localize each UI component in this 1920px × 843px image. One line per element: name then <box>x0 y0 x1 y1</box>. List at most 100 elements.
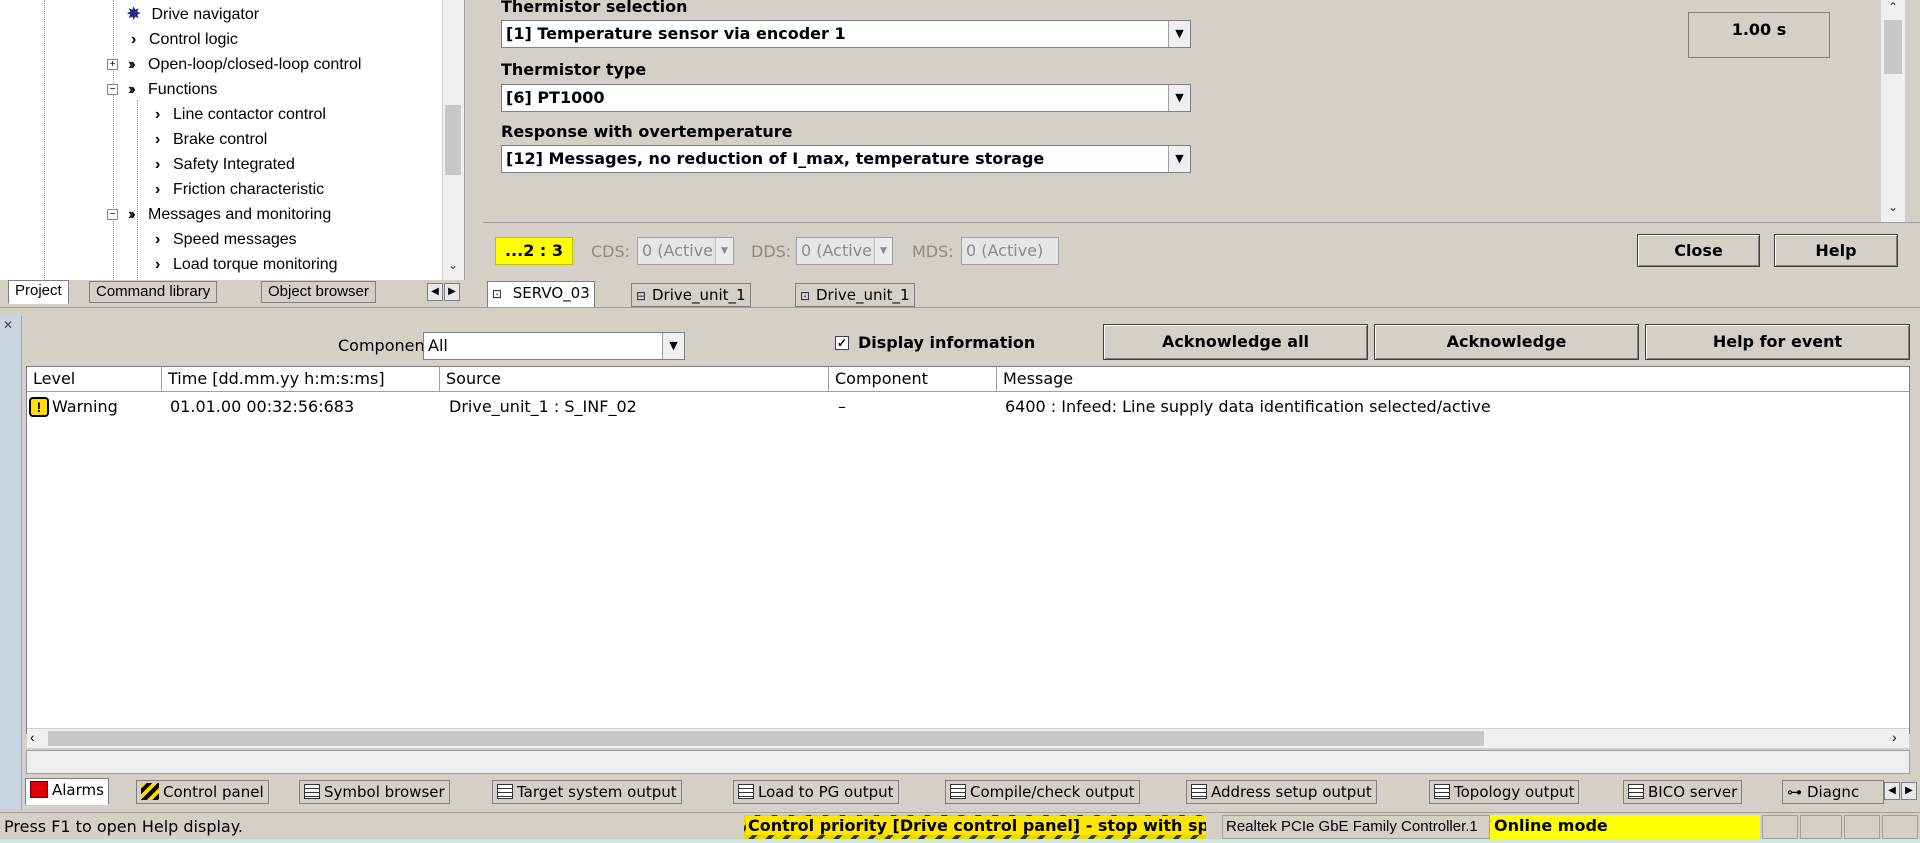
dropdown-arrow-icon[interactable]: ▼ <box>662 333 684 359</box>
control-panel-icon <box>141 783 159 800</box>
tree-item-label: Line contactor control <box>173 106 326 123</box>
tree-item-brake-control[interactable]: › Brake control <box>155 128 267 152</box>
tab-diagnostics[interactable]: ⊶ Diagnc <box>1782 780 1884 804</box>
tree-item-line-contactor-control[interactable]: › Line contactor control <box>155 103 326 127</box>
alarm-message[interactable]: 6400 : Infeed: Line supply data identifi… <box>1005 395 1491 419</box>
diagnostics-icon: ⊶ <box>1787 783 1802 801</box>
alarm-source[interactable]: Drive_unit_1 : S_INF_02 <box>449 395 637 419</box>
tab-label: Topology output <box>1454 783 1575 801</box>
dropdown-arrow-icon[interactable]: ▼ <box>1168 21 1190 47</box>
close-button[interactable]: Close <box>1637 234 1760 267</box>
tab-symbol-browser[interactable]: Symbol browser <box>299 780 450 804</box>
column-header-source[interactable]: Source <box>440 367 829 392</box>
expand-icon[interactable]: + <box>107 59 118 70</box>
scroll-left-icon[interactable]: ‹ <box>30 729 35 745</box>
dropdown-arrow-icon[interactable]: ▼ <box>1168 146 1190 172</box>
dropdown-arrow-icon: ▼ <box>715 238 733 264</box>
editor-tab-servo-03[interactable]: ⊡ SERVO_03 <box>487 281 595 308</box>
response-overtemperature-label: Response with overtemperature <box>501 122 793 141</box>
scroll-down-icon[interactable]: ⌄ <box>1884 200 1902 214</box>
dropdown-arrow-icon[interactable]: ▼ <box>1168 85 1190 111</box>
help-button[interactable]: Help <box>1774 234 1898 267</box>
tree-scrollbar-thumb[interactable] <box>445 105 461 175</box>
scroll-down-icon[interactable]: ⌄ <box>445 258 461 276</box>
tab-label: Drive_unit_1 <box>652 286 746 304</box>
select-value: All <box>428 336 448 355</box>
help-for-event-button[interactable]: Help for event <box>1645 324 1910 360</box>
alarm-scrollbar-thumb[interactable] <box>48 731 1484 746</box>
tab-scroll-left-icon[interactable]: ◀ <box>427 283 443 301</box>
tab-label: Load to PG output <box>758 783 894 801</box>
tree-item-functions[interactable]: ›› Functions <box>128 78 217 102</box>
tree-item-load-torque-monitoring[interactable]: › Load torque monitoring <box>155 253 338 277</box>
tab-project[interactable]: Project <box>8 280 69 304</box>
alarm-bell-icon <box>30 781 48 798</box>
editor-tab-drive-unit-1[interactable]: ⊡ Drive_unit_1 <box>795 283 915 307</box>
tree-item-control-logic[interactable]: › Control logic <box>131 28 238 52</box>
dialog-scrollbar-thumb[interactable] <box>1884 20 1902 74</box>
tab-label: Drive_unit_1 <box>816 286 910 304</box>
left-panel-tabs <box>0 280 465 306</box>
tree-item-friction-characteristic[interactable]: › Friction characteristic <box>155 178 324 202</box>
tree-item-open-loop-closed-loop-control[interactable]: ›› Open-loop/closed-loop control <box>128 53 361 77</box>
close-icon[interactable]: ✕ <box>3 318 13 332</box>
alarm-level[interactable]: Warning <box>52 395 118 419</box>
tree-item-drive-navigator[interactable]: ✵ Drive navigator <box>127 3 259 27</box>
tab-label: Symbol browser <box>324 783 445 801</box>
tree-item-safety-integrated[interactable]: › Safety Integrated <box>155 153 295 177</box>
editor-tab-drive-unit-1[interactable]: ⊟ Drive_unit_1 <box>631 283 751 307</box>
tree-item-label: Drive navigator <box>151 6 260 23</box>
dropdown-arrow-icon: ▼ <box>874 238 892 264</box>
column-header-level[interactable]: Level <box>27 367 162 392</box>
tab-object-browser[interactable]: Object browser <box>261 281 376 303</box>
tab-compile-check-output[interactable]: Compile/check output <box>945 780 1140 804</box>
tree-item-label: Brake control <box>173 131 268 148</box>
tab-bico-server[interactable]: BICO server <box>1623 780 1743 804</box>
control-priority-text: Control priority [Drive control panel] -… <box>746 816 1206 835</box>
dds-select: 0 (Active ▼ <box>796 237 893 265</box>
tab-command-library[interactable]: Command library <box>89 281 218 303</box>
display-information-checkbox[interactable]: ✓ <box>835 336 849 350</box>
column-header-message[interactable]: Message <box>997 367 1909 392</box>
splitter-bar[interactable] <box>0 307 1920 316</box>
select-value: [1] Temperature sensor via encoder 1 <box>506 24 846 43</box>
alarm-component[interactable]: – <box>838 395 846 419</box>
tab-control-panel[interactable]: Control panel <box>136 780 269 804</box>
response-overtemperature-select[interactable]: [12] Messages, no reduction of I_max, te… <box>501 145 1191 173</box>
alarm-footer-area <box>26 750 1910 774</box>
tree-item-label: Open-loop/closed-loop control <box>148 56 362 73</box>
component-filter-label: Componen <box>338 336 425 355</box>
tab-target-system-output[interactable]: Target system output <box>492 780 682 804</box>
scroll-right-icon[interactable]: › <box>1892 729 1897 745</box>
double-chevron-icon: ›› <box>128 81 136 98</box>
acknowledge-all-button[interactable]: Acknowledge all <box>1103 324 1368 360</box>
double-chevron-icon: ›› <box>128 56 136 73</box>
select-value: [6] PT1000 <box>506 88 605 107</box>
output-list-icon <box>1628 784 1644 799</box>
alarm-time[interactable]: 01.01.00 00:32:56:683 <box>170 395 354 419</box>
collapse-icon[interactable]: − <box>107 209 118 220</box>
taskbar-edge <box>0 839 1920 843</box>
output-list-icon <box>1191 784 1207 799</box>
component-filter-select[interactable]: All ▼ <box>423 332 685 360</box>
scroll-up-icon[interactable]: ⌃ <box>1884 0 1902 14</box>
tab-address-setup-output[interactable]: Address setup output <box>1186 780 1377 804</box>
acknowledge-button[interactable]: Acknowledge <box>1374 324 1639 360</box>
tab-label: Alarms <box>52 781 104 799</box>
tree-item-label: Friction characteristic <box>173 181 325 198</box>
tab-alarms[interactable]: Alarms <box>25 778 109 805</box>
tree-item-speed-messages[interactable]: › Speed messages <box>155 228 297 252</box>
tab-load-to-pg-output[interactable]: Load to PG output <box>733 780 899 804</box>
tab-scroll-right-icon[interactable]: ▶ <box>1901 782 1917 800</box>
tab-scroll-right-icon[interactable]: ▶ <box>444 283 460 301</box>
tab-topology-output[interactable]: Topology output <box>1429 780 1580 804</box>
column-header-time[interactable]: Time [dd.mm.yy h:m:s:ms] <box>162 367 440 392</box>
tree-item-messages-and-monitoring[interactable]: ›› Messages and monitoring <box>128 203 331 227</box>
cds-label: CDS: <box>591 242 631 261</box>
thermistor-type-select[interactable]: [6] PT1000 ▼ <box>501 84 1191 112</box>
tab-scroll-left-icon[interactable]: ◀ <box>1884 782 1900 800</box>
thermistor-selection-select[interactable]: [1] Temperature sensor via encoder 1 ▼ <box>501 20 1191 48</box>
alarm-table <box>26 366 1910 734</box>
column-header-component[interactable]: Component <box>829 367 997 392</box>
collapse-icon[interactable]: − <box>107 84 118 95</box>
